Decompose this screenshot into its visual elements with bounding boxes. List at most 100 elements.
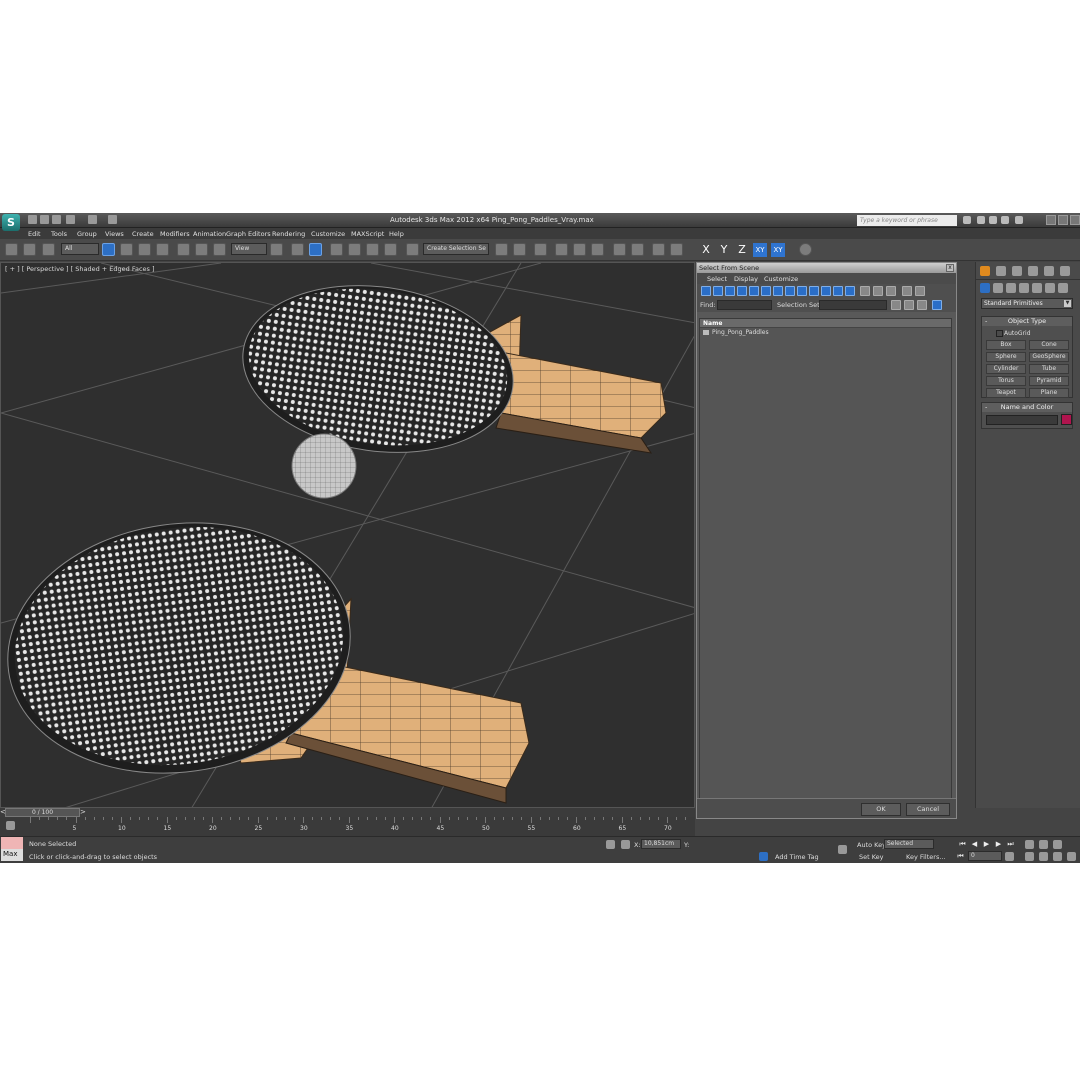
display-cameras-icon[interactable] (737, 286, 747, 296)
snaps-toggle-icon[interactable] (330, 243, 343, 256)
display-all-icon[interactable] (845, 286, 855, 296)
axis-xy-button[interactable]: XY (753, 243, 767, 257)
reference-coordinate-dropdown[interactable]: View (231, 243, 267, 255)
display-hidden-icon[interactable] (833, 286, 843, 296)
hierarchy-tab-icon[interactable] (1012, 266, 1022, 276)
list-item[interactable]: Ping_Pong_Paddles (700, 328, 951, 337)
dialog-menu-display[interactable]: Display (734, 275, 758, 283)
select-by-name-icon[interactable] (120, 243, 133, 256)
material-editor-icon[interactable] (613, 243, 626, 256)
box-button[interactable]: Box (986, 340, 1026, 350)
open-file-icon[interactable] (40, 215, 49, 224)
next-frame-icon[interactable]: ▶ (994, 840, 1003, 849)
ok-button[interactable]: OK (861, 803, 901, 816)
favorites-star-icon[interactable] (1001, 216, 1009, 224)
filter-options-icon[interactable] (915, 286, 925, 296)
subscription-icon[interactable] (977, 216, 985, 224)
zoom-all-icon[interactable] (1039, 840, 1048, 849)
display-tab-icon[interactable] (1044, 266, 1054, 276)
sphere-button[interactable]: Sphere (986, 352, 1026, 362)
delete-selection-set-icon[interactable] (917, 300, 927, 310)
restore-button[interactable] (1058, 215, 1068, 225)
select-manipulate-icon[interactable] (291, 243, 304, 256)
motion-tab-icon[interactable] (1028, 266, 1038, 276)
scale-icon[interactable] (213, 243, 226, 256)
plane-button[interactable]: Plane (1029, 388, 1069, 398)
teapot-button[interactable]: Teapot (986, 388, 1026, 398)
minimize-button[interactable] (1046, 215, 1056, 225)
cameras-icon[interactable] (1019, 283, 1029, 293)
unlink-icon[interactable] (23, 243, 36, 256)
dialog-menu-customize[interactable]: Customize (764, 275, 798, 283)
menu-group[interactable]: Group (77, 230, 97, 238)
display-lights-icon[interactable] (725, 286, 735, 296)
graphite-modeling-icon[interactable] (555, 243, 568, 256)
close-button[interactable] (1070, 215, 1080, 225)
time-configuration-icon[interactable] (1005, 852, 1014, 861)
edit-selection-set-icon[interactable] (904, 300, 914, 310)
align-icon[interactable] (513, 243, 526, 256)
autogrid-checkbox[interactable] (996, 330, 1003, 337)
search-icon[interactable] (963, 216, 971, 224)
display-containers-icon[interactable] (809, 286, 819, 296)
curve-editor-icon[interactable] (573, 243, 586, 256)
menu-edit[interactable]: Edit (28, 230, 41, 238)
link-icon[interactable] (5, 243, 18, 256)
menu-views[interactable]: Views (105, 230, 124, 238)
rectangular-selection-icon[interactable] (138, 243, 151, 256)
pan-view-icon[interactable] (1039, 852, 1048, 861)
systems-icon[interactable] (1058, 283, 1068, 293)
menu-create[interactable]: Create (132, 230, 154, 238)
axis-xy-cycle-button[interactable]: XY (771, 243, 785, 257)
time-slider-next-button[interactable]: > (80, 808, 86, 816)
move-icon[interactable] (177, 243, 190, 256)
display-shapes-icon[interactable] (713, 286, 723, 296)
layer-manager-icon[interactable] (534, 243, 547, 256)
display-space-warps-icon[interactable] (761, 286, 771, 296)
time-slider[interactable]: < 0 / 100 > (0, 808, 695, 817)
mirror-icon[interactable] (495, 243, 508, 256)
selection-filter-dropdown[interactable]: All (61, 243, 99, 255)
percent-snap-icon[interactable] (366, 243, 379, 256)
redo-icon[interactable] (88, 215, 97, 224)
pivot-point-icon[interactable] (270, 243, 283, 256)
scene-object-list[interactable]: Name Ping_Pong_Paddles (699, 318, 952, 808)
menu-modifiers[interactable]: Modifiers (160, 230, 190, 238)
viewport-label[interactable]: [ + ] [ Perspective ] [ Shaded + Edged F… (5, 265, 155, 273)
axis-y-button[interactable]: Y (717, 243, 731, 257)
find-input[interactable] (717, 300, 772, 310)
angle-snap-icon[interactable] (348, 243, 361, 256)
key-mode-dropdown[interactable]: Selected (884, 839, 934, 849)
menu-customize[interactable]: Customize (311, 230, 345, 238)
play-icon[interactable]: ▶ (982, 840, 991, 849)
render-setup-icon[interactable] (631, 243, 644, 256)
field-of-view-icon[interactable] (1025, 852, 1034, 861)
display-groups-icon[interactable] (773, 286, 783, 296)
app-logo-icon[interactable]: S (2, 214, 20, 231)
maxscript-listener[interactable]: Max (1, 837, 23, 861)
x-coordinate-field[interactable]: 10,851cm (641, 839, 681, 849)
new-file-icon[interactable] (28, 215, 37, 224)
zoom-icon[interactable] (1025, 840, 1034, 849)
modify-tab-icon[interactable] (996, 266, 1006, 276)
invert-display-icon[interactable] (873, 286, 883, 296)
object-type-rollout-header[interactable]: - Object Type (982, 317, 1072, 326)
communication-icon[interactable] (989, 216, 997, 224)
absolute-mode-icon[interactable] (621, 840, 630, 849)
set-key-icon[interactable] (838, 845, 847, 854)
object-name-input[interactable] (986, 415, 1058, 425)
geometry-icon[interactable] (980, 283, 990, 293)
edit-named-selection-icon[interactable] (406, 243, 419, 256)
menu-tools[interactable]: Tools (51, 230, 67, 238)
menu-rendering[interactable]: Rendering (272, 230, 305, 238)
display-helpers-icon[interactable] (749, 286, 759, 296)
tube-button[interactable]: Tube (1029, 364, 1069, 374)
filter-icon[interactable] (902, 286, 912, 296)
select-object-icon[interactable] (102, 243, 115, 256)
help-icon[interactable] (1015, 216, 1023, 224)
bind-space-warp-icon[interactable] (42, 243, 55, 256)
add-time-tag-button[interactable]: Add Time Tag (775, 853, 819, 861)
set-key-button[interactable]: Set Key (859, 853, 884, 861)
display-bones-icon[interactable] (797, 286, 807, 296)
auto-key-button[interactable]: Auto Key (857, 841, 886, 849)
